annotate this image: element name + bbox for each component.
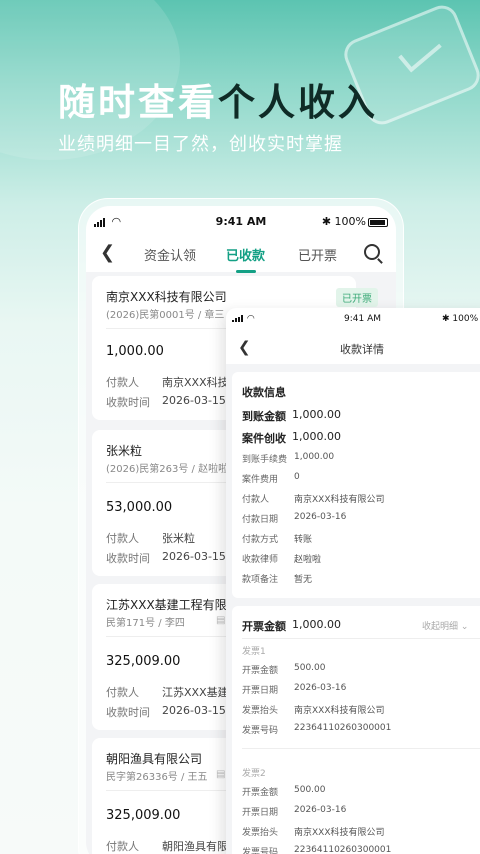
payment-info-section: 收款信息 到账金额 1,000.00 案件创收 1,000.00 到账手续费 1… <box>232 372 480 598</box>
invoice-number-label: 发票号码 <box>242 848 279 854</box>
section-heading: 收款信息 <box>242 386 286 399</box>
detail-status-bar: ◠ 9:41 AM ✱ 100% <box>226 308 480 330</box>
company-name: 朝阳渔具有限公司 <box>106 752 203 766</box>
chevron-down-icon: ⌄ <box>460 622 469 632</box>
received-label: 到账金额 <box>242 410 286 423</box>
invoice-amount-label: 开票金额 <box>242 788 279 798</box>
payer-value: 南京XXX科技有限公司 <box>294 495 385 505</box>
time-value: 2026-03-15 <box>162 550 226 563</box>
payer-label: 付款人 <box>106 840 139 853</box>
remark-value: 暂无 <box>294 575 313 585</box>
payer-label: 付款人 <box>242 495 270 505</box>
collapse-toggle[interactable]: 收起明细 ⌄ <box>422 619 468 632</box>
battery-icon <box>368 217 388 227</box>
pay-method-value: 转账 <box>294 535 313 545</box>
company-name: 江苏XXX基建工程有限公 <box>106 598 239 612</box>
invoice-amount-label: 开票金额 <box>242 620 286 633</box>
invoice-number-label: 发票号码 <box>242 726 279 736</box>
payment-detail-panel: ◠ 9:41 AM ✱ 100% ❮ 收款详情 收款信息 到账金额 1,000.… <box>226 308 480 854</box>
case-income-label: 案件创收 <box>242 432 286 445</box>
received-value: 1,000.00 <box>292 408 341 421</box>
pay-date-value: 2026-03-16 <box>294 512 347 522</box>
signal-icon: ◠ <box>232 314 255 324</box>
time-value: 2026-03-15 <box>162 704 226 717</box>
invoice-header-value: 南京XXX科技有限公司 <box>294 706 385 716</box>
invoice-date-value: 2026-03-16 <box>294 805 347 815</box>
tab-received[interactable]: 已收款 <box>226 245 265 273</box>
fee-value: 1,000.00 <box>294 452 335 462</box>
battery-indicator: ✱ 100% <box>322 215 388 228</box>
invoice-date-value: 2026-03-16 <box>294 683 347 693</box>
case-info: (2026)民第0001号 / 章三 <box>106 310 225 321</box>
invoice-title: 发票1 <box>242 647 266 657</box>
lawyer-label: 收款律师 <box>242 555 279 565</box>
detail-title: 收款详情 <box>340 343 384 356</box>
status-badge: 已开票 <box>336 288 378 307</box>
case-income-value: 1,000.00 <box>292 430 341 443</box>
amount: 325,009.00 <box>106 808 181 823</box>
case-info: (2026)民第263号 / 赵啦啦 <box>106 464 229 475</box>
payer-label: 付款人 <box>106 532 139 545</box>
case-info: 民字第26336号 / 王五 <box>106 772 208 783</box>
time-label: 收款时间 <box>106 706 150 719</box>
case-cost-value: 0 <box>294 472 300 482</box>
invoice-date-label: 开票日期 <box>242 686 279 696</box>
detail-nav: ❮ 收款详情 <box>226 330 480 364</box>
search-icon[interactable] <box>364 244 380 260</box>
case-info: 民第171号 / 李四 <box>106 618 185 629</box>
detail-battery: ✱ 100% <box>442 314 479 324</box>
time-value: 2026-03-15 <box>162 394 226 407</box>
invoice-date-label: 开票日期 <box>242 808 279 818</box>
company-name: 南京XXX科技有限公司 <box>106 290 227 304</box>
hero-title: 随时查看个人收入 <box>58 81 378 124</box>
invoice-header-label: 发票抬头 <box>242 828 279 838</box>
remark-label: 款项备注 <box>242 575 279 585</box>
tab-invoiced[interactable]: 已开票 <box>298 245 337 264</box>
invoice-number-value: 22364110260300001 <box>294 845 392 854</box>
time-label: 收款时间 <box>106 552 150 565</box>
hero-subtitle: 业绩明细一目了然，创收实时掌握 <box>58 134 343 155</box>
time-label: 收款时间 <box>106 396 150 409</box>
invoice-amount-value: 500.00 <box>294 663 326 673</box>
invoice-amount-value: 500.00 <box>294 785 326 795</box>
invoice-title: 发票2 <box>242 769 266 779</box>
amount: 325,009.00 <box>106 654 181 669</box>
divider <box>242 748 480 749</box>
detail-status-time: 9:41 AM <box>344 314 381 324</box>
pay-method-label: 付款方式 <box>242 535 279 545</box>
back-icon[interactable]: ❮ <box>100 242 115 263</box>
company-name: 张米粒 <box>106 444 143 458</box>
divider <box>242 638 480 639</box>
invoice-number-value: 22364110260300001 <box>294 723 392 733</box>
lawyer-value: 赵啦啦 <box>294 555 322 565</box>
amount: 1,000.00 <box>106 344 164 359</box>
fee-label: 到账手续费 <box>242 455 288 465</box>
invoice-amount-label: 开票金额 <box>242 666 279 676</box>
payer-value: 张米粒 <box>162 532 195 545</box>
case-cost-label: 案件费用 <box>242 475 279 485</box>
payer-label: 付款人 <box>106 686 139 699</box>
pay-date-label: 付款日期 <box>242 515 279 525</box>
promo-page: 随时查看个人收入 业绩明细一目了然，创收实时掌握 ◠ 9:41 AM ✱ 100… <box>0 0 480 854</box>
invoice-header-label: 发票抬头 <box>242 706 279 716</box>
invoice-header-value: 南京XXX科技有限公司 <box>294 828 385 838</box>
invoice-amount-value: 1,000.00 <box>292 618 341 631</box>
top-nav: ❮ 资金认领 已收款 已开票 <box>86 236 396 273</box>
document-icon: ▤ <box>216 769 226 780</box>
back-icon[interactable]: ❮ <box>238 338 251 356</box>
payer-label: 付款人 <box>106 376 139 389</box>
document-icon: ▤ <box>216 615 226 626</box>
amount: 53,000.00 <box>106 500 173 515</box>
tab-fund-claim[interactable]: 资金认领 <box>144 245 196 264</box>
invoice-section: 开票金额 1,000.00 收起明细 ⌄ 发票1 开票金额 500.00 开票日… <box>232 606 480 854</box>
status-bar: ◠ 9:41 AM ✱ 100% <box>86 206 396 236</box>
